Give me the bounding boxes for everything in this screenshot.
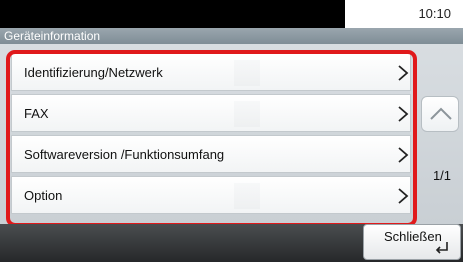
menu-item-label: Softwareversion /Funktionsumfang (24, 147, 225, 162)
content-area: Identifizierung/Netzwerk FAX Softwarever… (0, 44, 463, 260)
chevron-right-icon (398, 65, 409, 81)
status-bar-clock-area: 10:10 (345, 0, 463, 28)
chevron-right-icon (398, 188, 409, 204)
enter-key-icon (435, 242, 448, 254)
clock: 10:10 (418, 6, 451, 21)
screen-title: Geräteinformation (4, 29, 101, 43)
chevron-up-icon (430, 107, 452, 120)
status-bar (0, 0, 345, 28)
chevron-right-icon (398, 147, 409, 163)
menu-item-fax[interactable]: FAX (11, 94, 411, 132)
row-shade (234, 183, 260, 209)
page-indicator: 1/1 (432, 168, 452, 183)
menu-item-identifizierung-netzwerk[interactable]: Identifizierung/Netzwerk (11, 53, 411, 91)
menu-item-label: Identifizierung/Netzwerk (24, 65, 163, 80)
screen: 10:10 Geräteinformation Identifizierung/… (0, 0, 463, 262)
row-shade (234, 101, 260, 127)
row-shade (234, 60, 260, 86)
close-button[interactable]: Schließen (363, 224, 461, 260)
title-bar: Geräteinformation (0, 28, 463, 44)
chevron-right-icon (398, 106, 409, 122)
menu-item-label: Option (24, 188, 63, 203)
menu-item-label: FAX (24, 106, 49, 121)
menu-item-softwareversion[interactable]: Softwareversion /Funktionsumfang (11, 135, 411, 173)
menu-list: Identifizierung/Netzwerk FAX Softwarever… (11, 53, 411, 217)
menu-item-option[interactable]: Option (11, 176, 411, 214)
scroll-up-button[interactable] (421, 96, 459, 132)
